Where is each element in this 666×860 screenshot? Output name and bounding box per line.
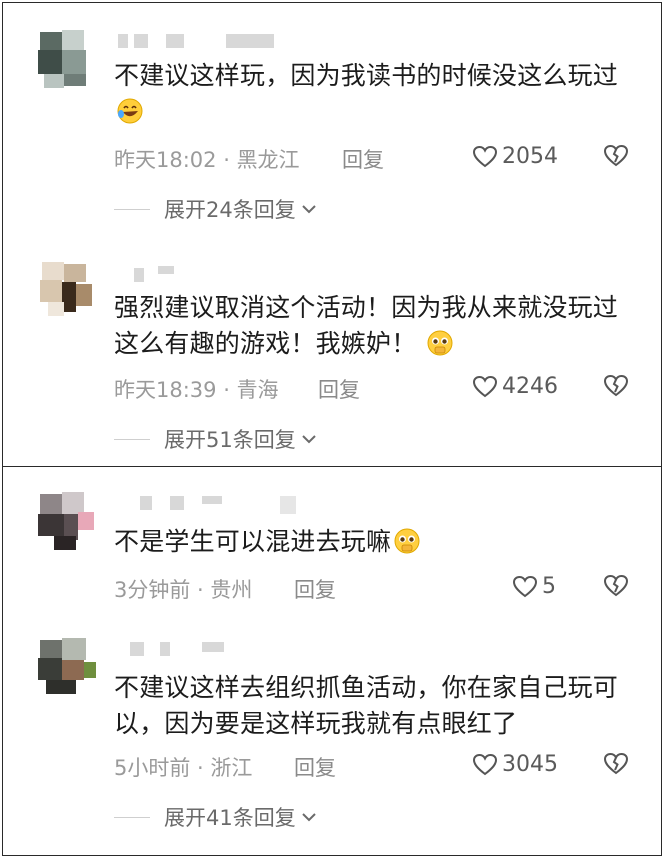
avatar[interactable] [34,636,98,700]
chevron-down-icon [302,813,316,822]
like-button[interactable]: 4246 [472,374,558,399]
comment-text: 不是学生可以混进去玩嘛 [114,524,634,560]
comment-meta: 昨天18:39 · 青海 回复 4246 [114,374,634,404]
heart-icon [472,753,498,775]
like-count: 3045 [502,752,558,777]
comment-text-content: 不建议这样玩，因为我读书的时候没这么玩过 [114,61,619,90]
comment-time-location: 昨天18:02 · 黑龙江 [114,148,300,172]
comment-text-content: 强烈建议取消这个活动！因为我从来就没玩过这么有趣的游戏！我嫉妒！ [114,293,619,358]
chevron-down-icon [302,435,316,444]
like-button[interactable]: 2054 [472,144,558,169]
username-blurred[interactable] [118,642,238,662]
expand-replies-button[interactable]: 展开41条回复 [114,802,318,832]
reply-button[interactable]: 回复 [318,374,360,404]
dislike-button[interactable] [602,144,630,173]
username-blurred[interactable] [118,34,278,54]
heart-icon [472,375,498,397]
rofl-emoji-icon [116,97,144,125]
avatar[interactable] [34,28,98,92]
comment-text: 不建议这样玩，因为我读书的时候没这么玩过 [114,58,634,130]
comment-meta: 3分钟前 · 贵州 回复 5 [114,574,634,604]
pleading-emoji-icon [393,527,421,555]
comment-text: 强烈建议取消这个活动！因为我从来就没玩过这么有趣的游戏！我嫉妒！ [114,290,634,362]
like-count: 4246 [502,374,558,399]
broken-heart-icon [603,374,629,397]
expand-replies-label: 展开51条回复 [164,428,296,452]
section-divider [2,466,662,467]
reply-button[interactable]: 回复 [342,144,384,174]
expand-replies-label: 展开41条回复 [164,806,296,830]
comment-time-location: 3分钟前 · 贵州 [114,578,253,602]
dislike-button[interactable] [602,374,630,403]
like-button[interactable]: 3045 [472,752,558,777]
expand-replies-button[interactable]: 展开24条回复 [114,194,318,224]
broken-heart-icon [603,752,629,775]
username-blurred[interactable] [118,264,198,284]
comment-time-location: 5小时前 · 浙江 [114,756,253,780]
reply-button[interactable]: 回复 [294,574,336,604]
comment-text-content: 不建议这样去组织抓鱼活动，你在家自己玩可以，因为要是这样玩我就有点眼红了 [114,673,619,738]
comment-text: 不建议这样去组织抓鱼活动，你在家自己玩可以，因为要是这样玩我就有点眼红了 [114,670,634,742]
heart-icon [472,145,498,167]
dislike-button[interactable] [602,752,630,781]
like-count: 5 [542,574,556,599]
pleading-emoji-icon [426,329,454,357]
comment-meta: 5小时前 · 浙江 回复 3045 [114,752,634,782]
broken-heart-icon [603,144,629,167]
avatar[interactable] [34,490,98,554]
expand-replies-button[interactable]: 展开51条回复 [114,424,318,454]
dislike-button[interactable] [602,574,630,603]
like-button[interactable]: 5 [512,574,556,599]
comment-time-location: 昨天18:39 · 青海 [114,378,279,402]
comment-text-content: 不是学生可以混进去玩嘛 [114,527,392,556]
comment-meta: 昨天18:02 · 黑龙江 回复 2054 [114,144,634,174]
chevron-down-icon [302,205,316,214]
expand-replies-label: 展开24条回复 [164,198,296,222]
broken-heart-icon [603,574,629,597]
username-blurred[interactable] [118,496,298,516]
avatar[interactable] [34,258,98,322]
like-count: 2054 [502,144,558,169]
reply-button[interactable]: 回复 [294,752,336,782]
heart-icon [512,575,538,597]
